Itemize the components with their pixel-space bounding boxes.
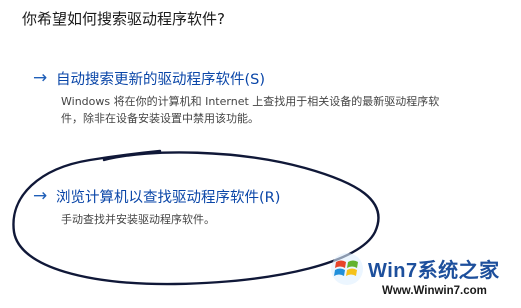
- search-automatically-option[interactable]: → 自动搜索更新的驱动程序软件(S) Windows 将在你的计算机和 Inte…: [33, 68, 439, 127]
- option-description: Windows 将在你的计算机和 Internet 上查找用于相关设备的最新驱动…: [61, 93, 439, 127]
- option-title: 自动搜索更新的驱动程序软件(S): [56, 72, 266, 88]
- dialog-question: 你希望如何搜索驱动程序软件?: [22, 10, 225, 28]
- option-description-line: 件，除非在设备安装设置中禁用该功能。: [61, 112, 259, 125]
- option-description-line: Windows 将在你的计算机和 Internet 上查找用于相关设备的最新驱动…: [61, 95, 440, 108]
- watermark-brand: Win7系统之家: [368, 260, 500, 282]
- watermark: Win7系统之家 Www.Winwin7.com: [330, 250, 520, 306]
- option-description-line: 手动查找并安装驱动程序软件。: [61, 213, 215, 226]
- option-description: 手动查找并安装驱动程序软件。: [61, 211, 280, 228]
- windows-logo-icon: [331, 253, 363, 285]
- browse-computer-option[interactable]: → 浏览计算机以查找驱动程序软件(R) 手动查找并安装驱动程序软件。: [33, 186, 280, 228]
- arrow-right-icon: →: [33, 186, 48, 206]
- arrow-right-icon: →: [33, 68, 48, 88]
- watermark-url: Www.Winwin7.com: [382, 285, 487, 297]
- option-title: 浏览计算机以查找驱动程序软件(R): [56, 190, 281, 206]
